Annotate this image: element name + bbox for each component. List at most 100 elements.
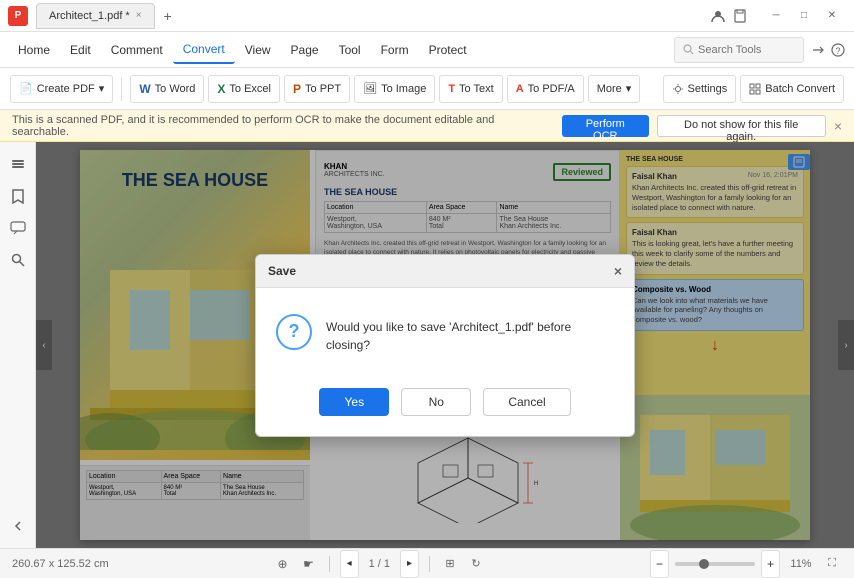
zoom-thumb: [699, 559, 709, 569]
dialog-buttons: Yes No Cancel: [256, 378, 634, 436]
to-word-button[interactable]: W To Word: [130, 75, 204, 103]
menu-edit[interactable]: Edit: [60, 36, 101, 64]
zoom-in-button[interactable]: +: [761, 550, 780, 578]
notification-text: This is a scanned PDF, and it is recomme…: [12, 114, 554, 138]
to-text-label: To Text: [459, 83, 494, 95]
rotate-icon[interactable]: ↻: [466, 554, 486, 574]
main-area: ‹ THE SEA HOUSE: [0, 142, 854, 548]
user-icon[interactable]: [710, 8, 726, 24]
tab-close-icon[interactable]: ×: [136, 10, 142, 21]
sidebar-layers-icon[interactable]: [4, 150, 32, 178]
dialog-cancel-button[interactable]: Cancel: [483, 388, 570, 416]
settings-label: Settings: [688, 83, 728, 95]
notification-bar: This is a scanned PDF, and it is recomme…: [0, 110, 854, 142]
dialog-yes-button[interactable]: Yes: [319, 388, 389, 416]
menu-home[interactable]: Home: [8, 36, 60, 64]
fullscreen-icon[interactable]: ⛶: [822, 554, 842, 574]
menu-form[interactable]: Form: [371, 36, 419, 64]
gear-icon: [672, 83, 684, 95]
statusbar-center: ⊕ ☛ ◂ 1 / 1 ▸ ⊞ ↻: [117, 550, 642, 578]
menu-protect[interactable]: Protect: [419, 36, 477, 64]
select-tool-icon[interactable]: ⊕: [273, 554, 293, 574]
create-pdf-arrow: ▾: [99, 82, 105, 95]
help-icon[interactable]: ?: [830, 42, 846, 58]
dialog-no-button[interactable]: No: [401, 388, 471, 416]
sidebar-bookmark-icon[interactable]: [4, 182, 32, 210]
statusbar: 260.67 x 125.52 cm ⊕ ☛ ◂ 1 / 1 ▸ ⊞ ↻ − +…: [0, 548, 854, 578]
menu-convert[interactable]: Convert: [173, 36, 235, 64]
dialog-message: Would you like to save 'Architect_1.pdf'…: [326, 312, 614, 354]
batch-icon: [749, 83, 761, 95]
to-text-button[interactable]: T To Text: [439, 75, 502, 103]
menubar: Home Edit Comment Convert View Page Tool…: [0, 32, 854, 68]
perform-ocr-button[interactable]: Perform OCR: [562, 115, 649, 137]
tab-strip: Architect_1.pdf * × +: [36, 3, 710, 29]
batch-convert-button[interactable]: Batch Convert: [740, 75, 844, 103]
sidebar-comment-icon[interactable]: [4, 214, 32, 242]
more-label: More: [597, 83, 622, 95]
bookmark-icon[interactable]: [732, 8, 748, 24]
text-icon: T: [448, 83, 455, 95]
fit-width-icon[interactable]: ⊞: [440, 554, 460, 574]
word-icon: W: [139, 82, 150, 96]
app-logo: P: [8, 6, 28, 26]
close-button[interactable]: ✕: [818, 6, 846, 26]
statusbar-right: − + 11% ⛶: [650, 550, 842, 578]
dialog-title: Save: [268, 264, 296, 278]
to-image-button[interactable]: 🖼 To Image: [354, 75, 435, 103]
zoom-out-button[interactable]: −: [650, 550, 669, 578]
settings-button[interactable]: Settings: [663, 75, 737, 103]
menu-view[interactable]: View: [235, 36, 281, 64]
dialog-titlebar: Save ×: [256, 255, 634, 288]
create-pdf-label: Create PDF: [37, 83, 95, 95]
notification-close-icon[interactable]: ×: [834, 118, 842, 134]
image-icon: 🖼: [363, 82, 377, 95]
dialog-question-icon: ?: [276, 314, 312, 350]
titlebar: P Architect_1.pdf * × + ─ □ ✕: [0, 0, 854, 32]
zoom-slider[interactable]: [675, 562, 755, 566]
left-sidebar: [0, 142, 36, 548]
more-button[interactable]: More ▾: [588, 75, 641, 103]
to-pdfa-button[interactable]: A To PDF/A: [507, 75, 584, 103]
excel-icon: X: [217, 82, 225, 96]
do-not-show-button[interactable]: Do not show for this file again.: [657, 115, 826, 137]
save-dialog: Save × ? Would you like to save 'Archite…: [255, 254, 635, 437]
search-tools-box[interactable]: [674, 37, 804, 63]
search-tools-input[interactable]: [698, 44, 795, 56]
batch-convert-label: Batch Convert: [765, 83, 835, 95]
svg-text:?: ?: [835, 46, 840, 56]
sidebar-search-icon[interactable]: [4, 246, 32, 274]
to-excel-button[interactable]: X To Excel: [208, 75, 280, 103]
menu-page[interactable]: Page: [281, 36, 329, 64]
sidebar-toggle-icon[interactable]: [4, 512, 32, 540]
prev-page-nav[interactable]: ◂: [340, 550, 359, 578]
dialog-body: ? Would you like to save 'Architect_1.pd…: [256, 288, 634, 378]
to-image-label: To Image: [381, 83, 426, 95]
document-tab[interactable]: Architect_1.pdf * ×: [36, 3, 155, 29]
maximize-button[interactable]: □: [790, 6, 818, 26]
share-icon[interactable]: [810, 42, 826, 58]
create-pdf-button[interactable]: 📄 Create PDF ▾: [10, 75, 113, 103]
dialog-close-icon[interactable]: ×: [614, 263, 622, 279]
to-excel-label: To Excel: [229, 83, 271, 95]
pdfa-icon: A: [516, 83, 524, 95]
page-dimensions: 260.67 x 125.52 cm: [12, 558, 109, 570]
to-pdfa-label: To PDF/A: [528, 83, 575, 95]
more-arrow: ▾: [626, 82, 632, 95]
titlebar-right: ─ □ ✕: [710, 6, 846, 26]
menu-tool[interactable]: Tool: [329, 36, 371, 64]
next-page-nav[interactable]: ▸: [400, 550, 419, 578]
menu-comment[interactable]: Comment: [101, 36, 173, 64]
tab-title: Architect_1.pdf *: [49, 10, 130, 22]
hand-tool-icon[interactable]: ☛: [299, 554, 319, 574]
minimize-button[interactable]: ─: [762, 6, 790, 26]
to-ppt-button[interactable]: P To PPT: [284, 75, 350, 103]
content-area: ‹ THE SEA HOUSE: [36, 142, 854, 548]
zoom-level: 11%: [786, 558, 816, 570]
to-ppt-label: To PPT: [305, 83, 341, 95]
window-controls: ─ □ ✕: [762, 6, 846, 26]
add-tab-button[interactable]: +: [157, 5, 179, 27]
ppt-icon: P: [293, 82, 301, 96]
dialog-overlay: Save × ? Would you like to save 'Archite…: [36, 142, 854, 548]
toolbar-sep-1: [121, 77, 122, 101]
